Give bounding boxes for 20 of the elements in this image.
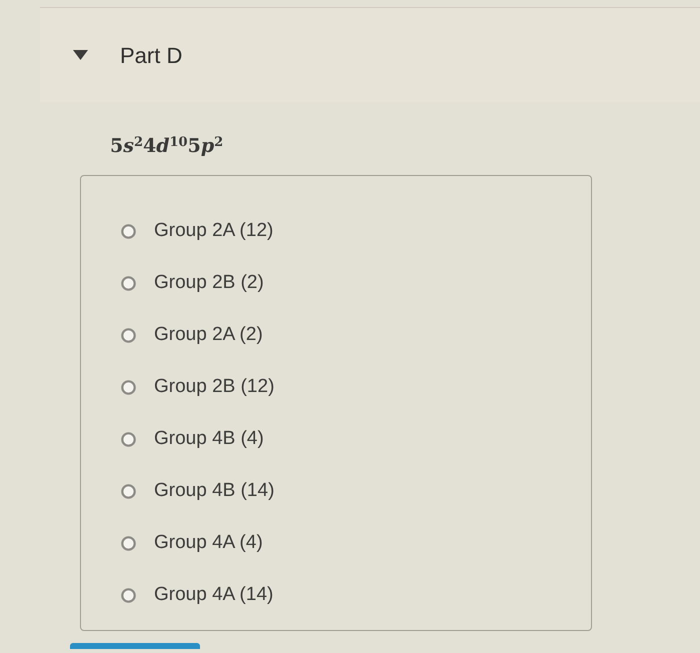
- action-button[interactable]: [70, 642, 200, 648]
- choice-label[interactable]: Group 4B (14): [154, 477, 274, 506]
- choice-label[interactable]: Group 4A (14): [154, 581, 274, 610]
- caret-icon[interactable]: [73, 50, 88, 60]
- choice-label[interactable]: Group 4B (4): [154, 425, 264, 454]
- electron-configuration: 5s$^{2}$4d$^{10}$5p$^{2}$: [110, 134, 224, 159]
- choice-label[interactable]: Group 2B (12): [154, 373, 274, 402]
- radio-button[interactable]: [121, 432, 136, 447]
- radio-button[interactable]: [121, 328, 136, 343]
- radio-button[interactable]: [121, 588, 136, 603]
- radio-button[interactable]: [121, 276, 136, 291]
- radio-button[interactable]: [121, 484, 136, 499]
- radio-button[interactable]: [121, 380, 136, 395]
- radio-button[interactable]: [121, 536, 136, 551]
- part-title[interactable]: Part D: [120, 38, 182, 72]
- radio-button[interactable]: [121, 224, 136, 239]
- choice-label[interactable]: Group 2B (2): [154, 269, 264, 298]
- choice-label[interactable]: Group 2A (2): [154, 321, 263, 350]
- choice-label[interactable]: Group 4A (4): [154, 529, 263, 558]
- choice-label[interactable]: Group 2A (12): [154, 217, 274, 246]
